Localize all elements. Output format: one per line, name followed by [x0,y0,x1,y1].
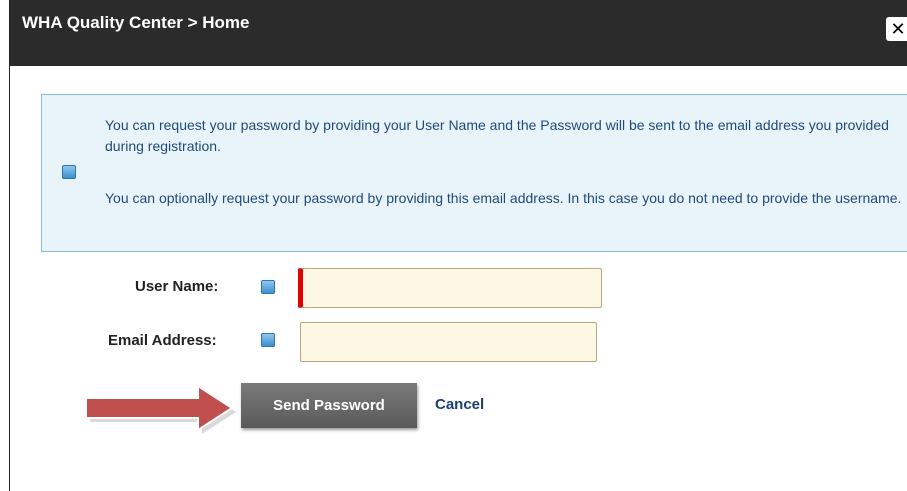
info-panel: You can request your password by providi… [41,94,907,252]
send-password-button[interactable]: Send Password [241,383,417,428]
window-title: WHA Quality Center > Home [22,13,250,32]
title-bar: WHA Quality Center > Home ✕ [10,0,907,66]
info-paragraph-email: You can optionally request your password… [105,190,902,206]
dialog-window: WHA Quality Center > Home ✕ You can requ… [9,0,907,491]
arrow-pointer-icon [85,384,236,434]
info-paragraph-username: You can request your password by providi… [105,117,889,154]
close-icon[interactable]: ✕ [886,17,907,41]
close-glyph: ✕ [890,19,906,39]
email-label: Email Address: [108,332,217,349]
username-label: User Name: [135,278,219,295]
email-help-icon[interactable] [261,333,275,347]
email-field[interactable] [300,322,597,362]
info-icon [62,165,76,179]
username-help-icon[interactable] [261,280,275,294]
cancel-link[interactable]: Cancel [435,396,484,413]
username-field[interactable] [298,268,602,308]
